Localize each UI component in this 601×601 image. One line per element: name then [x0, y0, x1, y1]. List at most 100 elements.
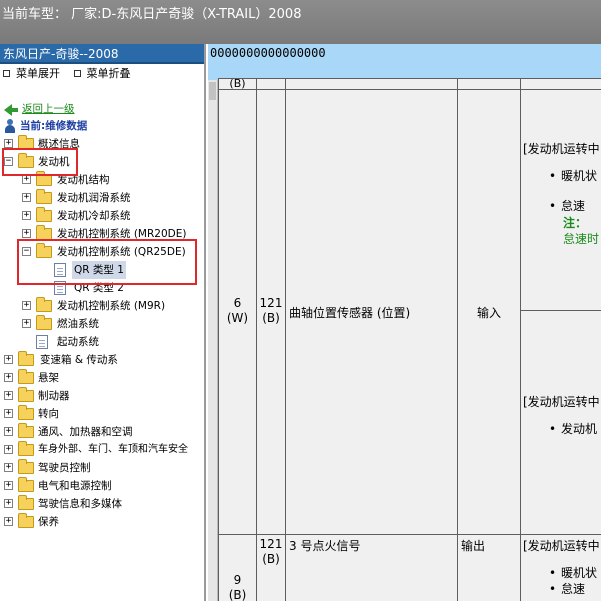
- tree-item-electrical[interactable]: + 电气和电源控制: [0, 477, 200, 495]
- content-panel: 0000000000000000 (B) 6 (W) 121 (B) 曲轴位置传…: [208, 44, 601, 601]
- table-cell: 输出: [457, 534, 521, 601]
- ground-number: 121: [259, 296, 283, 310]
- condition-item: 暖机状: [521, 565, 601, 581]
- expand-toggle-icon[interactable]: +: [22, 193, 31, 202]
- back-arrow-icon: [4, 104, 18, 116]
- condition-header: [发动机运转中: [523, 395, 600, 409]
- expand-toggle-icon[interactable]: +: [4, 463, 13, 472]
- tree-item-label: 驾驶员控制: [38, 462, 91, 474]
- expand-toggle-icon[interactable]: +: [4, 499, 13, 508]
- tree-item-label: 保养: [38, 516, 59, 528]
- content-header: 0000000000000000: [208, 44, 601, 80]
- condition-item: 发动机: [521, 421, 601, 437]
- tree-item-engine-lubrication[interactable]: + 发动机润滑系统: [0, 189, 200, 207]
- tree-item-label: 变速箱 & 传动系: [40, 354, 118, 366]
- tree-item-label: 制动器: [38, 390, 70, 402]
- expand-toggle-icon[interactable]: +: [4, 355, 13, 364]
- navigation-panel: 东风日产-奇骏--2008 菜单展开 菜单折叠 返回上一级 当前:维修数据 + …: [0, 44, 206, 601]
- ground-color: (B): [262, 311, 280, 325]
- connector-table: (B) 6 (W) 121 (B) 曲轴位置传感器 (位置) 输入 [发动机运转…: [218, 78, 601, 601]
- tree-item-label: 燃油系统: [57, 318, 99, 330]
- tree-item-maintenance[interactable]: + 保养: [0, 513, 200, 531]
- tree-item-engine-control-m9r[interactable]: + 发动机控制系统 (M9R): [0, 297, 200, 315]
- expand-toggle-icon[interactable]: +: [4, 373, 13, 382]
- folder-icon: [18, 387, 34, 402]
- expand-menu-button[interactable]: 菜单展开: [3, 64, 60, 84]
- back-link-row[interactable]: 返回上一级: [0, 100, 200, 118]
- tree-item-starting-system[interactable]: 起动系统: [0, 333, 200, 351]
- table-cell: [发动机运转中 暖机状 怠速: [520, 534, 601, 601]
- expand-toggle-icon[interactable]: +: [22, 211, 31, 220]
- expand-toggle-icon[interactable]: +: [4, 391, 13, 400]
- expand-toggle-icon[interactable]: +: [22, 301, 31, 310]
- scrollbar-thumb[interactable]: [209, 82, 216, 100]
- ground-number: 121: [259, 537, 283, 551]
- folder-icon: [18, 513, 34, 528]
- terminal-color: (W): [226, 311, 249, 325]
- expand-toggle-icon[interactable]: +: [4, 427, 13, 436]
- folder-icon: [36, 207, 52, 222]
- folder-icon: [36, 297, 52, 312]
- tree-item-driver-controls[interactable]: + 驾驶员控制: [0, 459, 200, 477]
- table-row: 9 (B): [218, 534, 257, 601]
- current-location-label: 当前:维修数据: [20, 120, 88, 132]
- tree-item-label: 起动系统: [57, 336, 99, 348]
- tree-item-suspension[interactable]: + 悬架: [0, 369, 200, 387]
- expand-toggle-icon[interactable]: +: [22, 175, 31, 184]
- table-cell: [发动机运转中 暖机状 怠速 注： 怠速时: [520, 89, 601, 311]
- signal-description: 3 号点火信号: [289, 539, 361, 553]
- highlight-box-engine: [2, 148, 78, 176]
- collapse-icon: [73, 70, 81, 77]
- folder-icon: [18, 477, 34, 492]
- tree-item-driver-info-multimedia[interactable]: + 驾驶信息和多媒体: [0, 495, 200, 513]
- tree-item-fuel-system[interactable]: + 燃油系统: [0, 315, 200, 333]
- table-cell: 输入: [457, 89, 521, 535]
- table-cell: 3 号点火信号: [285, 534, 458, 601]
- tree-item-label: 发动机润滑系统: [57, 192, 131, 204]
- terminal-number: 6: [233, 296, 242, 310]
- tree-item-label: 悬架: [38, 372, 59, 384]
- tree-item-body-exterior[interactable]: + 车身外部、车门、车顶和汽车安全: [0, 441, 204, 459]
- condition-header: [发动机运转中: [523, 539, 600, 553]
- tree-item-label: 车身外部、车门、车顶和汽车安全: [38, 444, 188, 455]
- terminal-number: 9: [233, 573, 242, 587]
- signal-io: 输出: [461, 539, 486, 553]
- tree-item-hvac[interactable]: + 通风、加热器和空调: [0, 423, 204, 441]
- expand-toggle-icon[interactable]: +: [4, 481, 13, 490]
- folder-icon: [18, 351, 34, 366]
- user-icon: [4, 119, 16, 133]
- tree-item-label: 转向: [38, 408, 59, 420]
- tree-item-label: 电气和电源控制: [38, 480, 112, 492]
- table-cell: [发动机运转中 发动机: [520, 310, 601, 535]
- current-location-row: 当前:维修数据: [0, 117, 200, 135]
- tree-item-transmission[interactable]: + 变速箱 & 传动系: [0, 351, 200, 369]
- expand-toggle-icon[interactable]: +: [4, 445, 13, 454]
- expand-toggle-icon[interactable]: +: [22, 319, 31, 328]
- ground-color: (B): [262, 552, 280, 566]
- terminal-color: (B): [228, 588, 247, 601]
- tree-item-steering[interactable]: + 转向: [0, 405, 200, 423]
- panel-header: 东风日产-奇骏--2008: [0, 44, 204, 64]
- folder-icon: [18, 441, 34, 456]
- vertical-scrollbar[interactable]: [208, 80, 218, 601]
- window-title-bar: 当前车型： 厂家:D-东风日产奇骏（X-TRAIL）2008: [0, 0, 601, 44]
- table-cell: 曲轴位置传感器 (位置): [285, 89, 458, 535]
- expand-toggle-icon[interactable]: +: [4, 409, 13, 418]
- expand-icon: [3, 70, 10, 77]
- tree-item-brakes[interactable]: + 制动器: [0, 387, 200, 405]
- expand-toggle-icon[interactable]: +: [22, 229, 31, 238]
- tree-item-engine-cooling[interactable]: + 发动机冷却系统: [0, 207, 200, 225]
- collapse-menu-button[interactable]: 菜单折叠: [73, 64, 131, 84]
- condition-item: 暖机状: [521, 168, 601, 184]
- expand-toggle-icon[interactable]: +: [4, 139, 13, 148]
- folder-icon: [36, 189, 52, 204]
- table-cell: 121 (B): [256, 89, 286, 535]
- signal-io: 输入: [476, 306, 501, 320]
- condition-header: [发动机运转中: [523, 142, 600, 156]
- back-link[interactable]: 返回上一级: [22, 100, 75, 118]
- condition-item: 怠速: [521, 198, 601, 214]
- current-vehicle-title: 当前车型： 厂家:D-东风日产奇骏（X-TRAIL）2008: [2, 7, 302, 22]
- expand-toggle-icon[interactable]: +: [4, 517, 13, 526]
- note-label: 注：: [563, 216, 588, 230]
- tree-item-label: 发动机控制系统 (M9R): [57, 300, 166, 312]
